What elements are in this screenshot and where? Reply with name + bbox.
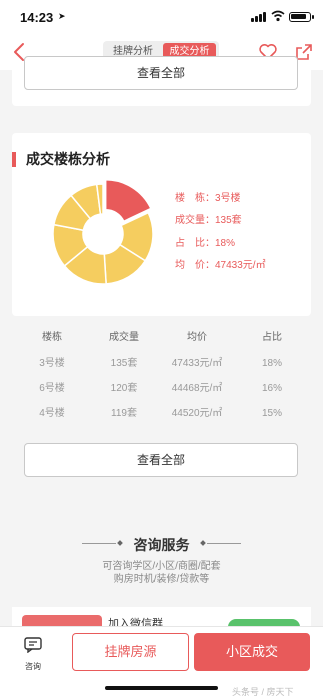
table-cell: 16%: [261, 383, 282, 394]
table-cell: 3号楼: [39, 358, 65, 369]
building-donut-chart[interactable]: [49, 180, 157, 288]
divider-line-right: [207, 543, 241, 544]
table-header-building: 楼栋: [42, 332, 62, 343]
table-cell: 44520元/㎡: [171, 408, 223, 419]
home-indicator: [105, 686, 218, 690]
previous-section-card: 查看全部: [12, 56, 311, 106]
watermark: 头条号 / 房天下: [232, 687, 294, 697]
battery-icon: [289, 12, 314, 22]
location-arrow-icon: ➤: [58, 11, 66, 21]
status-time: 14:23: [20, 10, 54, 25]
info-price: 均 价：47433元/㎡: [175, 260, 266, 271]
status-bar: 14:23 ➤: [0, 0, 323, 34]
table-cell: 4号楼: [39, 408, 65, 419]
building-analysis-card: 成交楼栋分析 楼 栋：3号楼 成交量：135套 占 比：18% 均 价：4743…: [12, 133, 311, 316]
wifi-icon: [271, 10, 285, 22]
section-title: 成交楼栋分析: [26, 151, 110, 167]
chat-icon[interactable]: [24, 637, 42, 653]
table-header-ratio: 占比: [262, 332, 282, 343]
consult-subtitle-2: 购房时机/装修/贷款等: [113, 574, 210, 585]
signal-icon: [251, 12, 267, 22]
table-cell: 119套: [111, 408, 137, 419]
table-cell: 6号楼: [39, 383, 65, 394]
view-all-button[interactable]: 查看全部: [24, 443, 298, 477]
table-header-volume: 成交量: [109, 332, 139, 343]
building-table: 楼栋 成交量 均价 占比 3号楼 135套 47433元/㎡ 18% 6号楼 1…: [12, 316, 311, 496]
info-ratio: 占 比：18%: [175, 238, 236, 249]
table-cell: 18%: [261, 358, 282, 369]
listing-houses-button[interactable]: 挂牌房源: [72, 633, 189, 671]
consult-title: 咨询服务: [133, 537, 190, 553]
table-cell: 15%: [261, 408, 282, 419]
table-cell: 135套: [110, 358, 138, 369]
info-building: 楼 栋：3号楼: [175, 193, 241, 204]
consult-subtitle-1: 可咨询学区/小区/商圈/配套: [102, 561, 221, 572]
table-cell: 44468元/㎡: [171, 383, 223, 394]
table-cell: 47433元/㎡: [171, 358, 223, 369]
view-all-button-top[interactable]: 查看全部: [24, 56, 298, 90]
info-volume: 成交量：135套: [175, 215, 242, 226]
table-cell: 120套: [110, 383, 138, 394]
community-deals-button[interactable]: 小区成交: [194, 633, 310, 671]
consult-label[interactable]: 咨询: [18, 661, 48, 672]
table-header-price: 均价: [187, 332, 207, 343]
